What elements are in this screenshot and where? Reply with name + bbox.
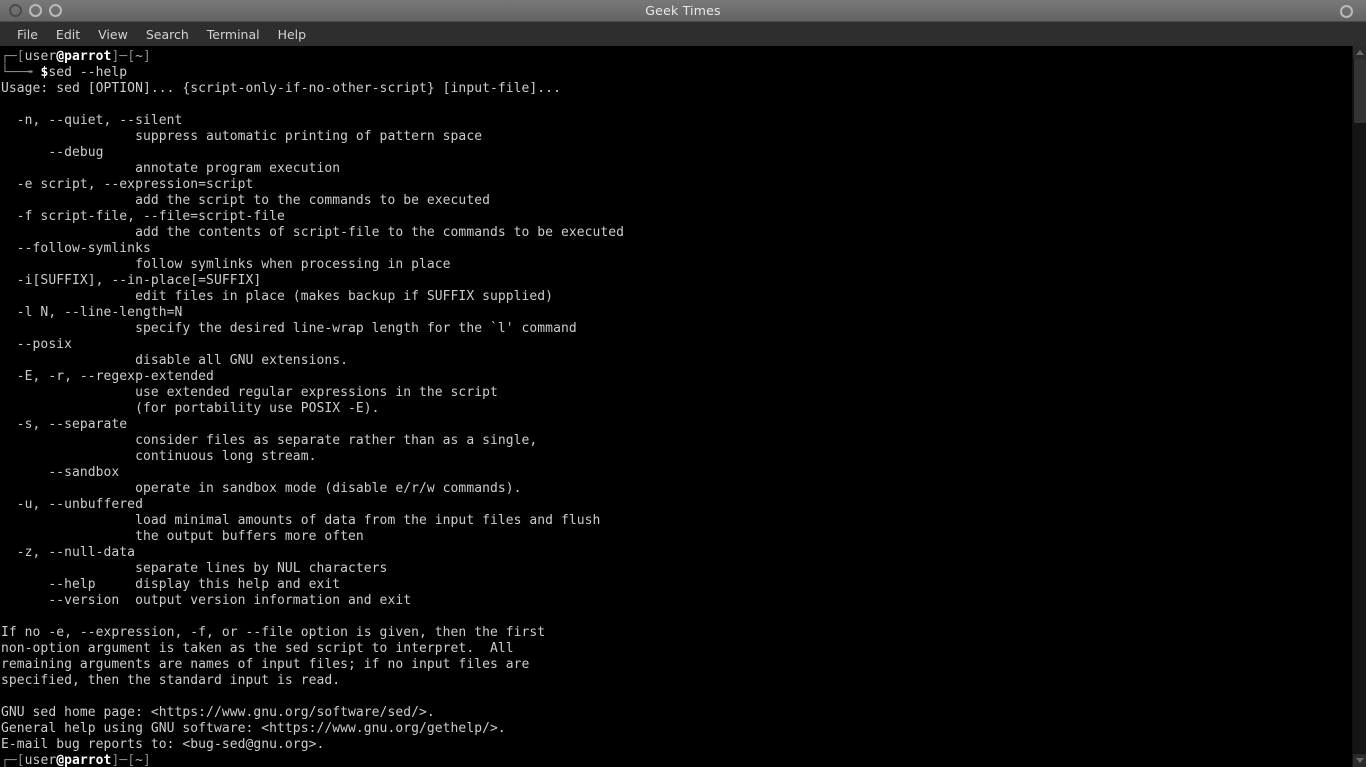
terminal-output-line: add the script to the commands to be exe… xyxy=(1,193,490,208)
window-control-close[interactable] xyxy=(9,4,22,17)
terminal-output-line: -u, --unbuffered xyxy=(1,497,143,512)
terminal-output-line: If no -e, --expression, -f, or --file op… xyxy=(1,625,546,640)
terminal-output-line: Usage: sed [OPTION]... {script-only-if-n… xyxy=(1,81,561,96)
menu-bar: File Edit View Search Terminal Help xyxy=(0,22,1366,46)
window-controls-right xyxy=(1340,0,1353,22)
window-control-maximize[interactable] xyxy=(49,4,62,17)
terminal-output-line: operate in sandbox mode (disable e/r/w c… xyxy=(1,481,522,496)
prompt-box-tail: └──╼ xyxy=(1,65,41,80)
scroll-down-arrow[interactable] xyxy=(1352,754,1366,767)
prompt-cwd-bracket-open: [ xyxy=(127,49,136,64)
terminal-output-line: -f script-file, --file=script-file xyxy=(1,209,285,224)
terminal-output-line: continuous long stream. xyxy=(1,449,317,464)
prompt-box-corner: ┌─ xyxy=(1,49,17,64)
terminal-output-line: annotate program execution xyxy=(1,161,341,176)
scroll-thumb[interactable] xyxy=(1353,59,1366,123)
terminal-output-line: (for portability use POSIX -E). xyxy=(1,401,380,416)
prompt-bracket-open: [ xyxy=(16,49,25,64)
window-control-menu[interactable] xyxy=(1340,4,1353,18)
menu-file[interactable]: File xyxy=(8,24,47,45)
menu-search[interactable]: Search xyxy=(137,24,198,45)
prompt-line-command[interactable]: └──╼ $sed --help xyxy=(0,65,1352,81)
terminal-output-line: GNU sed home page: <https://www.gnu.org/… xyxy=(1,705,435,720)
terminal-output-line: --debug xyxy=(1,145,104,160)
terminal-output-line: separate lines by NUL characters xyxy=(1,561,388,576)
terminal-output-line: -l N, --line-length=N xyxy=(1,305,183,320)
terminal-output-line: --sandbox xyxy=(1,465,120,480)
prompt-line-host: ┌─[user@parrot]─[~] xyxy=(0,49,1352,65)
terminal-output-area[interactable]: ┌─[user@parrot]─[~] └──╼ $sed --help Usage… xyxy=(0,46,1352,767)
terminal-output-line: --version output version information and… xyxy=(1,593,412,608)
prompt-line-host: ┌─[user@parrot]─[~] xyxy=(0,753,1352,767)
terminal-output-line: General help using GNU software: <https:… xyxy=(1,721,506,736)
scroll-up-arrow[interactable] xyxy=(1352,46,1366,59)
terminal-output-line: the output buffers more often xyxy=(1,529,364,544)
prompt-cwd: ~ xyxy=(135,49,143,64)
terminal-output-line: load minimal amounts of data from the in… xyxy=(1,513,601,528)
window-control-minimize[interactable] xyxy=(29,4,42,17)
terminal-output-line: --follow-symlinks xyxy=(1,241,151,256)
window-controls-left xyxy=(0,4,62,17)
prompt-host: @parrot xyxy=(56,753,112,767)
prompt-cwd-bracket-close: ] xyxy=(143,753,151,767)
menu-view[interactable]: View xyxy=(89,24,137,45)
menu-terminal[interactable]: Terminal xyxy=(198,24,269,45)
terminal-output-line: -E, -r, --regexp-extended xyxy=(1,369,214,384)
prompt-user: user xyxy=(24,49,57,64)
prompt-box-corner: ┌─ xyxy=(1,753,17,767)
terminal-output-line: consider files as separate rather than a… xyxy=(1,433,538,448)
terminal-output-line: -n, --quiet, --silent xyxy=(1,113,183,128)
terminal-output-line: --posix xyxy=(1,337,72,352)
terminal-output-line: -z, --null-data xyxy=(1,545,136,560)
menu-edit[interactable]: Edit xyxy=(47,24,89,45)
prompt-cwd-bracket-open: [ xyxy=(127,753,136,767)
window-title: Geek Times xyxy=(645,3,721,18)
terminal-output-line: E-mail bug reports to: <bug-sed@gnu.org>… xyxy=(1,737,325,752)
terminal-output-line: disable all GNU extensions. xyxy=(1,353,349,368)
menu-help[interactable]: Help xyxy=(269,24,316,45)
prompt-bracket-open: [ xyxy=(16,753,25,767)
prompt-user: user xyxy=(24,753,57,767)
terminal-output-line: --help display this help and exit xyxy=(1,577,341,592)
prompt-host: @parrot xyxy=(56,49,112,64)
terminal-window: Geek Times File Edit View Search Termina… xyxy=(0,0,1366,767)
terminal-output-line: specify the desired line-wrap length for… xyxy=(1,321,577,336)
terminal-output-line: remaining arguments are names of input f… xyxy=(1,657,530,672)
terminal-body-wrap: ┌─[user@parrot]─[~] └──╼ $sed --help Usage… xyxy=(0,46,1366,767)
terminal-output-line: use extended regular expressions in the … xyxy=(1,385,498,400)
prompt-cwd-bracket-close: ] xyxy=(143,49,151,64)
window-titlebar[interactable]: Geek Times xyxy=(0,0,1366,22)
terminal-command-text: sed --help xyxy=(48,65,128,80)
terminal-output-line: edit files in place (makes backup if SUF… xyxy=(1,289,554,304)
prompt-cwd: ~ xyxy=(135,753,143,767)
terminal-output-line: -s, --separate xyxy=(1,417,128,432)
terminal-output-line: -i[SUFFIX], --in-place[=SUFFIX] xyxy=(1,273,262,288)
terminal-output-line: add the contents of script-file to the c… xyxy=(1,225,625,240)
terminal-output-line: non-option argument is taken as the sed … xyxy=(1,641,514,656)
terminal-output-line: specified, then the standard input is re… xyxy=(1,673,341,688)
terminal-output-line: follow symlinks when processing in place xyxy=(1,257,451,272)
scroll-track[interactable] xyxy=(1352,59,1366,754)
terminal-output-line: -e script, --expression=script xyxy=(1,177,254,192)
terminal-output-line: suppress automatic printing of pattern s… xyxy=(1,129,483,144)
terminal-scrollbar[interactable] xyxy=(1352,46,1366,767)
